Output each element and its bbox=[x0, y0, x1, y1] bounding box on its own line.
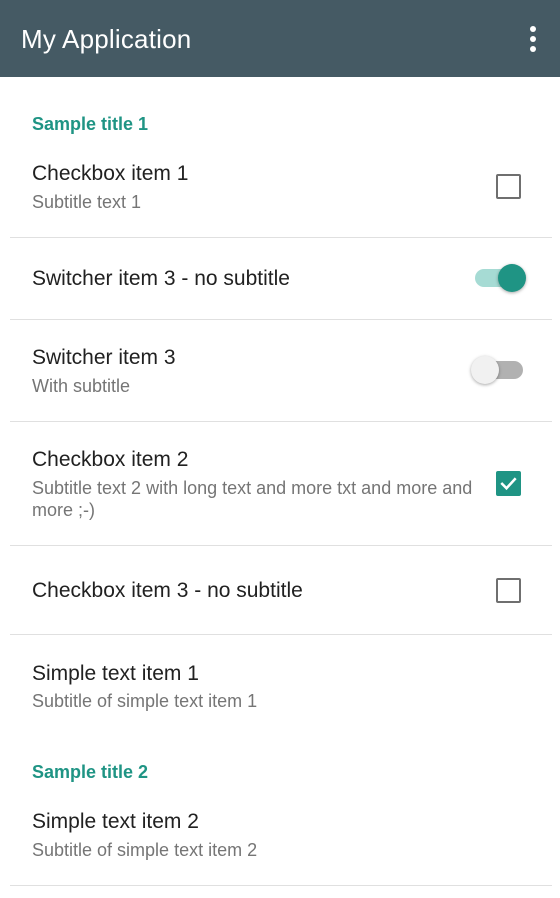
checkbox[interactable] bbox=[496, 578, 521, 603]
list-item-checkbox-2[interactable]: Checkbox item 2 Subtitle text 2 with lon… bbox=[0, 422, 560, 545]
checkbox[interactable] bbox=[496, 174, 521, 199]
item-title: Simple text item 1 bbox=[32, 662, 199, 685]
item-title: Switcher item 3 bbox=[32, 346, 176, 369]
check-icon bbox=[500, 477, 517, 491]
switch-thumb bbox=[498, 264, 526, 292]
item-subtitle: Subtitle of simple text item 1 bbox=[32, 691, 258, 711]
checkbox-checked[interactable] bbox=[496, 471, 521, 496]
item-title: Simple text item 2 bbox=[32, 810, 199, 833]
item-subtitle: Subtitle text 1 bbox=[32, 192, 142, 212]
section-title-2: Sample title 2 bbox=[32, 762, 149, 782]
divider bbox=[10, 885, 552, 886]
list-item-checkbox-1[interactable]: Checkbox item 1 Subtitle text 1 bbox=[0, 148, 560, 237]
item-subtitle: Subtitle of simple text item 2 bbox=[32, 840, 258, 860]
item-title: Switcher item 3 - no subtitle bbox=[32, 267, 290, 290]
item-title: Checkbox item 2 bbox=[32, 448, 189, 471]
section-title-1: Sample title 1 bbox=[32, 114, 149, 134]
app-title: My Application bbox=[21, 24, 192, 54]
app-bar: My Application bbox=[0, 0, 560, 77]
toggle-switch-on[interactable] bbox=[471, 262, 527, 294]
item-subtitle: Subtitle text 2 with long text and more … bbox=[32, 478, 473, 520]
list-item-text-2[interactable]: Simple text item 2 Subtitle of simple te… bbox=[0, 796, 560, 885]
list-item-switch-1[interactable]: Switcher item 3 - no subtitle bbox=[0, 238, 560, 319]
item-title: Checkbox item 1 bbox=[32, 162, 189, 185]
item-title: Checkbox item 3 - no subtitle bbox=[32, 579, 303, 602]
more-vert-icon[interactable] bbox=[516, 22, 550, 56]
list-item-switch-2[interactable]: Switcher item 3 With subtitle bbox=[0, 320, 560, 421]
list-item-text-1[interactable]: Simple text item 1 Subtitle of simple te… bbox=[0, 635, 560, 735]
item-subtitle: With subtitle bbox=[32, 376, 131, 396]
toggle-switch-off[interactable] bbox=[471, 354, 527, 386]
switch-thumb bbox=[471, 356, 499, 384]
list-item-checkbox-3[interactable]: Checkbox item 3 - no subtitle bbox=[0, 546, 560, 634]
